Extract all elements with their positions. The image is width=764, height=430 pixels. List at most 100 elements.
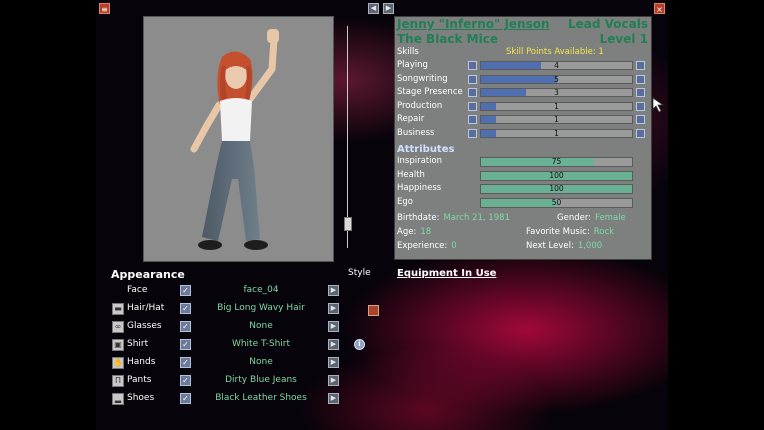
attribute-row-inspiration: Inspiration 75 <box>395 155 651 168</box>
business-skill-bar: 1 <box>480 128 633 138</box>
character-figure <box>190 29 279 250</box>
appearance-label: Face <box>127 285 148 295</box>
appearance-row-shoes: ▂ Shoes ✓ Black Leather Shoes ▶ <box>96 390 386 408</box>
repair-skill-bar: 1 <box>480 115 633 124</box>
hair-hat-next-button[interactable]: ▶ <box>328 303 339 314</box>
skill-value: 1 <box>554 101 559 111</box>
hair-hat-value: Big Long Wavy Hair <box>217 303 305 313</box>
age-label: Age: <box>397 227 417 237</box>
songwriting-increase-button[interactable] <box>636 74 645 84</box>
hat-icon: ▬ <box>112 303 124 315</box>
playing-increase-button[interactable] <box>636 61 645 70</box>
shirt-value: White T-Shirt <box>231 339 291 349</box>
character-preview[interactable] <box>143 16 334 262</box>
business-decrease-button[interactable] <box>468 128 477 138</box>
appearance-row-hair-hat: ▬ Hair/Hat ✓ Big Long Wavy Hair ▶ <box>96 300 386 318</box>
repair-increase-button[interactable] <box>636 115 645 124</box>
attributes-heading: Attributes <box>397 144 455 155</box>
shoes-toggle-checkbox[interactable]: ✓ <box>180 393 191 404</box>
attribute-name: Ego <box>397 196 413 207</box>
skill-row-songwriting: Songwriting 5 <box>395 73 651 86</box>
skill-value: 1 <box>554 115 559 124</box>
attribute-value: 50 <box>551 197 562 207</box>
skill-row-stage-presence: Stage Presence 3 <box>395 86 651 99</box>
hands-toggle-checkbox[interactable]: ✓ <box>180 357 191 368</box>
glasses-toggle-checkbox[interactable]: ✓ <box>180 321 191 332</box>
shirt-next-button[interactable]: ▶ <box>328 339 339 350</box>
songwriting-skill-bar: 5 <box>480 74 633 84</box>
experience-value: 0 <box>451 241 457 251</box>
age-value: 18 <box>420 227 432 237</box>
pants-toggle-checkbox[interactable]: ✓ <box>180 375 191 386</box>
inspiration-attribute-bar: 75 <box>480 157 633 167</box>
attribute-name: Happiness <box>397 183 442 193</box>
experience-detail: Experience: 0 <box>397 241 457 251</box>
stage-presence-increase-button[interactable] <box>636 88 645 97</box>
birthdate-label: Birthdate: <box>397 213 440 223</box>
face-next-button[interactable]: ▶ <box>328 285 339 296</box>
band-name: The Black Mice <box>397 32 498 46</box>
appearance-row-shirt: ▣ Shirt ✓ White T-Shirt ▶ <box>96 336 386 354</box>
close-button[interactable]: × <box>654 3 665 14</box>
appearance-label: Shoes <box>127 393 155 403</box>
appearance-label: Hair/Hat <box>127 303 165 313</box>
shoes-value: Black Leather Shoes <box>215 393 307 403</box>
glasses-value: None <box>249 321 273 331</box>
hands-next-button[interactable]: ▶ <box>328 357 339 368</box>
menu-button[interactable]: ≡ <box>99 3 110 14</box>
glasses-next-button[interactable]: ▶ <box>328 321 339 332</box>
repair-decrease-button[interactable] <box>468 115 477 124</box>
skill-row-repair: Repair 1 <box>395 113 651 126</box>
appearance-label: Glasses <box>127 321 162 331</box>
hair-color-swatch[interactable] <box>368 305 379 316</box>
production-decrease-button[interactable] <box>468 101 477 111</box>
hands-icon: ✋ <box>112 357 124 369</box>
gender-label: Gender: <box>557 213 592 223</box>
appearance-heading: Appearance <box>111 268 185 281</box>
appearance-label: Shirt <box>127 339 149 349</box>
menu-icon: ≡ <box>101 5 108 14</box>
skill-name: Repair <box>397 114 425 124</box>
songwriting-decrease-button[interactable] <box>468 74 477 84</box>
appearance-row-face: Face ✓ face_04 ▶ <box>96 282 386 300</box>
face-value: face_04 <box>243 285 279 295</box>
equipment-heading[interactable]: Equipment In Use <box>397 268 496 279</box>
face-toggle-checkbox[interactable]: ✓ <box>180 285 191 296</box>
glasses-icon: ∞ <box>112 321 124 333</box>
health-attribute-bar: 100 <box>480 170 633 181</box>
stage-presence-decrease-button[interactable] <box>468 88 477 97</box>
production-increase-button[interactable] <box>636 101 645 111</box>
rotate-left-button[interactable]: ◀ <box>368 3 379 14</box>
rotate-right-button[interactable]: ▶ <box>383 3 394 14</box>
appearance-label: Hands <box>127 357 156 367</box>
skill-value: 5 <box>554 74 559 84</box>
playing-decrease-button[interactable] <box>468 61 477 70</box>
pants-icon: Π <box>112 375 124 387</box>
shirt-info-icon[interactable]: i <box>354 339 365 350</box>
production-skill-bar: 1 <box>480 101 633 111</box>
favorite-music-label: Favorite Music: <box>526 227 590 237</box>
arrow-right-icon: ▶ <box>385 4 392 12</box>
gender-value: Female <box>595 213 626 223</box>
character-level: Level 1 <box>599 32 648 46</box>
attribute-value: 100 <box>549 170 564 180</box>
appearance-row-hands: ✋ Hands ✓ None ▶ <box>96 354 386 372</box>
business-increase-button[interactable] <box>636 128 645 138</box>
arrow-left-icon: ◀ <box>370 4 377 12</box>
next-level-value: 1,000 <box>577 241 603 251</box>
hair-hat-toggle-checkbox[interactable]: ✓ <box>180 303 191 314</box>
character-role: Lead Vocals <box>568 17 648 31</box>
shoes-next-button[interactable]: ▶ <box>328 393 339 404</box>
gender-detail: Gender: Female <box>557 213 626 223</box>
appearance-row-glasses: ∞ Glasses ✓ None ▶ <box>96 318 386 336</box>
zoom-slider-thumb[interactable] <box>344 217 352 232</box>
attribute-value: 75 <box>551 157 562 166</box>
character-name[interactable]: Jenny "Inferno" Jenson <box>397 17 550 31</box>
age-detail: Age: 18 <box>397 227 431 237</box>
shirt-toggle-checkbox[interactable]: ✓ <box>180 339 191 350</box>
attribute-row-ego: Ego 50 <box>395 196 651 209</box>
pants-next-button[interactable]: ▶ <box>328 375 339 386</box>
pants-value: Dirty Blue Jeans <box>225 375 297 385</box>
attribute-row-health: Health 100 <box>395 169 651 182</box>
zoom-slider[interactable] <box>344 26 352 248</box>
